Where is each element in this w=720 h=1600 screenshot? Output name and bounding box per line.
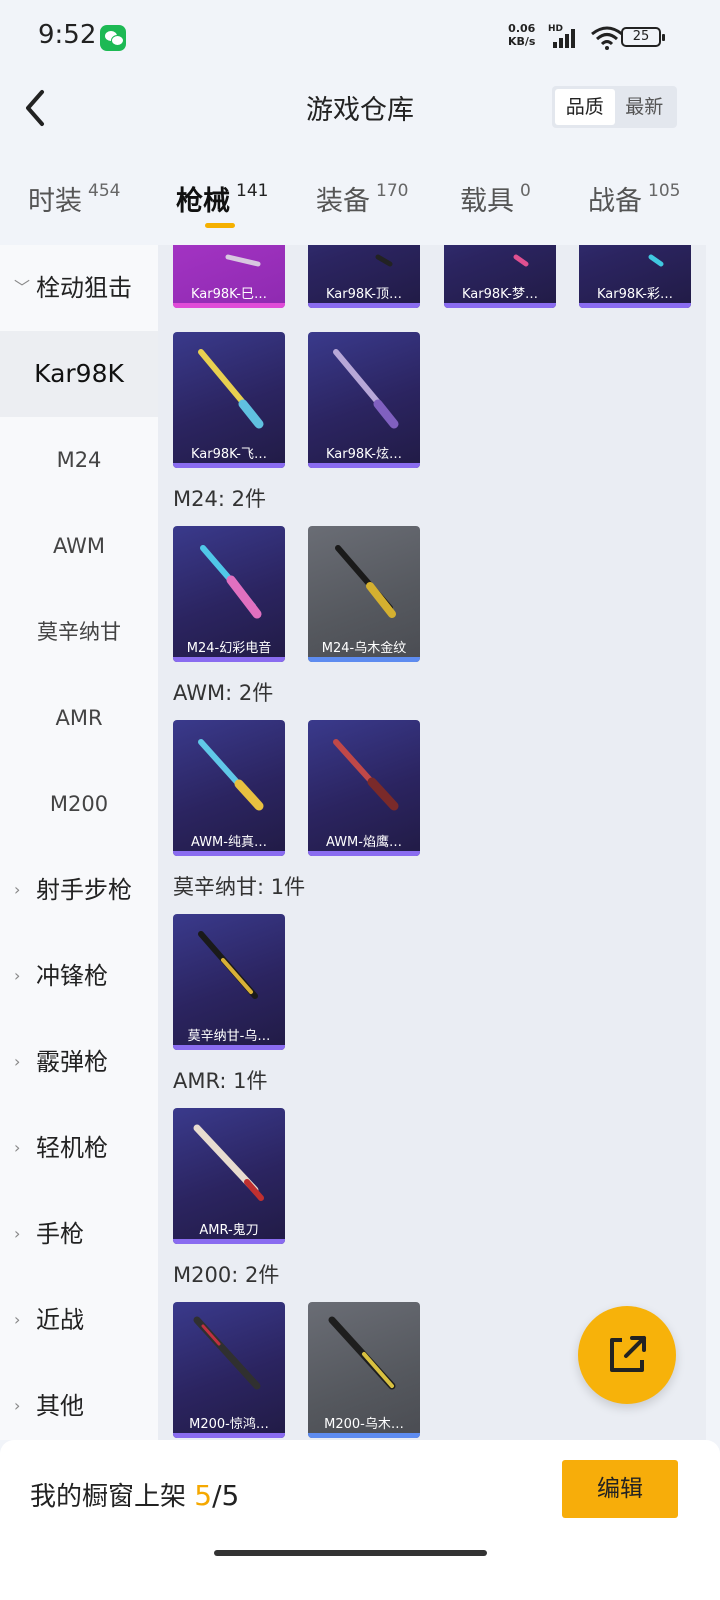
sidebar-item-m200[interactable]: M200 bbox=[0, 761, 158, 847]
rifle-icon bbox=[193, 1124, 264, 1201]
chevron-right-icon: › bbox=[14, 1310, 21, 1329]
rifle-icon bbox=[200, 545, 262, 619]
sidebar-item-awm[interactable]: AWM bbox=[0, 503, 158, 589]
showcase-count: 我的橱窗上架 5/5 bbox=[30, 1479, 240, 1512]
weapon-card[interactable]: AWM-焰鹰… bbox=[308, 720, 420, 856]
sidebar-item-shotgun[interactable]: › 霰弹枪 bbox=[0, 1019, 158, 1105]
share-button[interactable] bbox=[578, 1306, 676, 1404]
weapon-card[interactable]: M24-乌木金纹 bbox=[308, 526, 420, 662]
sidebar-item-kar98k[interactable]: Kar98K bbox=[0, 331, 158, 417]
tab-supplies[interactable]: 战备 105 bbox=[588, 179, 680, 218]
rifle-icon bbox=[513, 254, 529, 267]
share-icon bbox=[610, 1336, 646, 1372]
tab-guns[interactable]: 枪械 141 bbox=[176, 179, 268, 218]
weapon-card[interactable]: 莫辛纳甘-乌… bbox=[173, 914, 285, 1050]
tab-vehicles[interactable]: 载具 0 bbox=[460, 179, 531, 218]
top-nav: 游戏仓库 品质 最新 bbox=[0, 76, 720, 138]
weapon-grid: Kar98K-巳… Kar98K-顶… Kar98K-梦… Kar98K-彩… … bbox=[158, 245, 706, 1440]
sort-option-quality[interactable]: 品质 bbox=[555, 89, 615, 125]
chevron-right-icon: › bbox=[14, 1052, 21, 1071]
weapon-card[interactable]: Kar98K-顶… bbox=[308, 245, 420, 308]
rifle-icon bbox=[193, 1316, 261, 1390]
battery-icon: 25 bbox=[621, 27, 665, 47]
weapon-card[interactable]: AWM-纯真… bbox=[173, 720, 285, 856]
weapon-card[interactable]: Kar98K-炫… bbox=[308, 332, 420, 468]
sidebar-item-dmr[interactable]: › 射手步枪 bbox=[0, 847, 158, 933]
sidebar-item-bolt-action[interactable]: ﹀ 栓动狙击 bbox=[0, 245, 158, 331]
sidebar-item-other[interactable]: › 其他 bbox=[0, 1363, 158, 1440]
status-bar: 9:52 0.06 KB/s HD 25 bbox=[0, 0, 720, 76]
rifle-icon bbox=[198, 349, 264, 429]
weapon-card[interactable]: M200-乌木… bbox=[308, 1302, 420, 1438]
section-title: 莫辛纳甘: 1件 bbox=[173, 875, 306, 899]
section-title: AWM: 2件 bbox=[173, 681, 274, 705]
rifle-icon bbox=[328, 1316, 396, 1390]
wechat-notification-icon bbox=[100, 25, 126, 51]
weapon-card[interactable]: Kar98K-巳… bbox=[173, 245, 285, 308]
back-arrow-icon[interactable] bbox=[20, 86, 60, 130]
tab-equipment[interactable]: 装备 170 bbox=[316, 179, 408, 218]
weapon-type-sidebar: ﹀ 栓动狙击 Kar98K M24 AWM 莫辛纳甘 AMR M200 › 射手步枪… bbox=[0, 245, 158, 1440]
rifle-icon bbox=[225, 254, 261, 267]
sidebar-item-m24[interactable]: M24 bbox=[0, 417, 158, 503]
weapon-card[interactable]: Kar98K-飞… bbox=[173, 332, 285, 468]
signal-icon bbox=[553, 28, 577, 48]
sidebar-item-lmg[interactable]: › 轻机枪 bbox=[0, 1105, 158, 1191]
weapon-card[interactable]: M24-幻彩电音 bbox=[173, 526, 285, 662]
rifle-icon bbox=[375, 254, 393, 267]
rifle-icon bbox=[333, 739, 399, 811]
rifle-icon bbox=[648, 254, 664, 267]
showcase-bar: 我的橱窗上架 5/5 编辑 bbox=[0, 1440, 720, 1600]
section-title: M200: 2件 bbox=[173, 1263, 280, 1287]
active-tab-indicator bbox=[205, 223, 235, 228]
sort-option-newest[interactable]: 最新 bbox=[615, 89, 675, 125]
category-tabs: 时装 454 枪械 141 装备 170 载具 0 战备 105 bbox=[0, 165, 720, 245]
rifle-icon bbox=[198, 739, 264, 811]
sidebar-item-mosin[interactable]: 莫辛纳甘 bbox=[0, 589, 158, 675]
chevron-down-icon: ﹀ bbox=[14, 278, 31, 297]
sidebar-item-pistol[interactable]: › 手枪 bbox=[0, 1191, 158, 1277]
sidebar-item-smg[interactable]: › 冲锋枪 bbox=[0, 933, 158, 1019]
sidebar-item-melee[interactable]: › 近战 bbox=[0, 1277, 158, 1363]
rifle-icon bbox=[335, 545, 396, 618]
clock: 9:52 bbox=[38, 20, 97, 50]
chevron-right-icon: › bbox=[14, 1138, 21, 1157]
section-title: M24: 2件 bbox=[173, 487, 266, 511]
chevron-right-icon: › bbox=[14, 880, 21, 899]
chevron-right-icon: › bbox=[14, 1396, 21, 1415]
wifi-icon bbox=[591, 26, 623, 50]
chevron-right-icon: › bbox=[14, 966, 21, 985]
sidebar-item-amr[interactable]: AMR bbox=[0, 675, 158, 761]
sort-toggle: 品质 最新 bbox=[552, 86, 677, 128]
weapon-card[interactable]: Kar98K-梦… bbox=[444, 245, 556, 308]
section-title: AMR: 1件 bbox=[173, 1069, 268, 1093]
tab-fashion[interactable]: 时装 454 bbox=[28, 179, 120, 218]
weapon-card[interactable]: AMR-鬼刀 bbox=[173, 1108, 285, 1244]
rifle-icon bbox=[198, 931, 258, 999]
weapon-card[interactable]: Kar98K-彩… bbox=[579, 245, 691, 308]
home-indicator[interactable] bbox=[214, 1550, 487, 1556]
chevron-right-icon: › bbox=[14, 1224, 21, 1243]
weapon-card[interactable]: M200-惊鸿… bbox=[173, 1302, 285, 1438]
network-speed: 0.06 KB/s bbox=[508, 22, 536, 48]
edit-button[interactable]: 编辑 bbox=[562, 1460, 678, 1518]
rifle-icon bbox=[333, 349, 399, 429]
